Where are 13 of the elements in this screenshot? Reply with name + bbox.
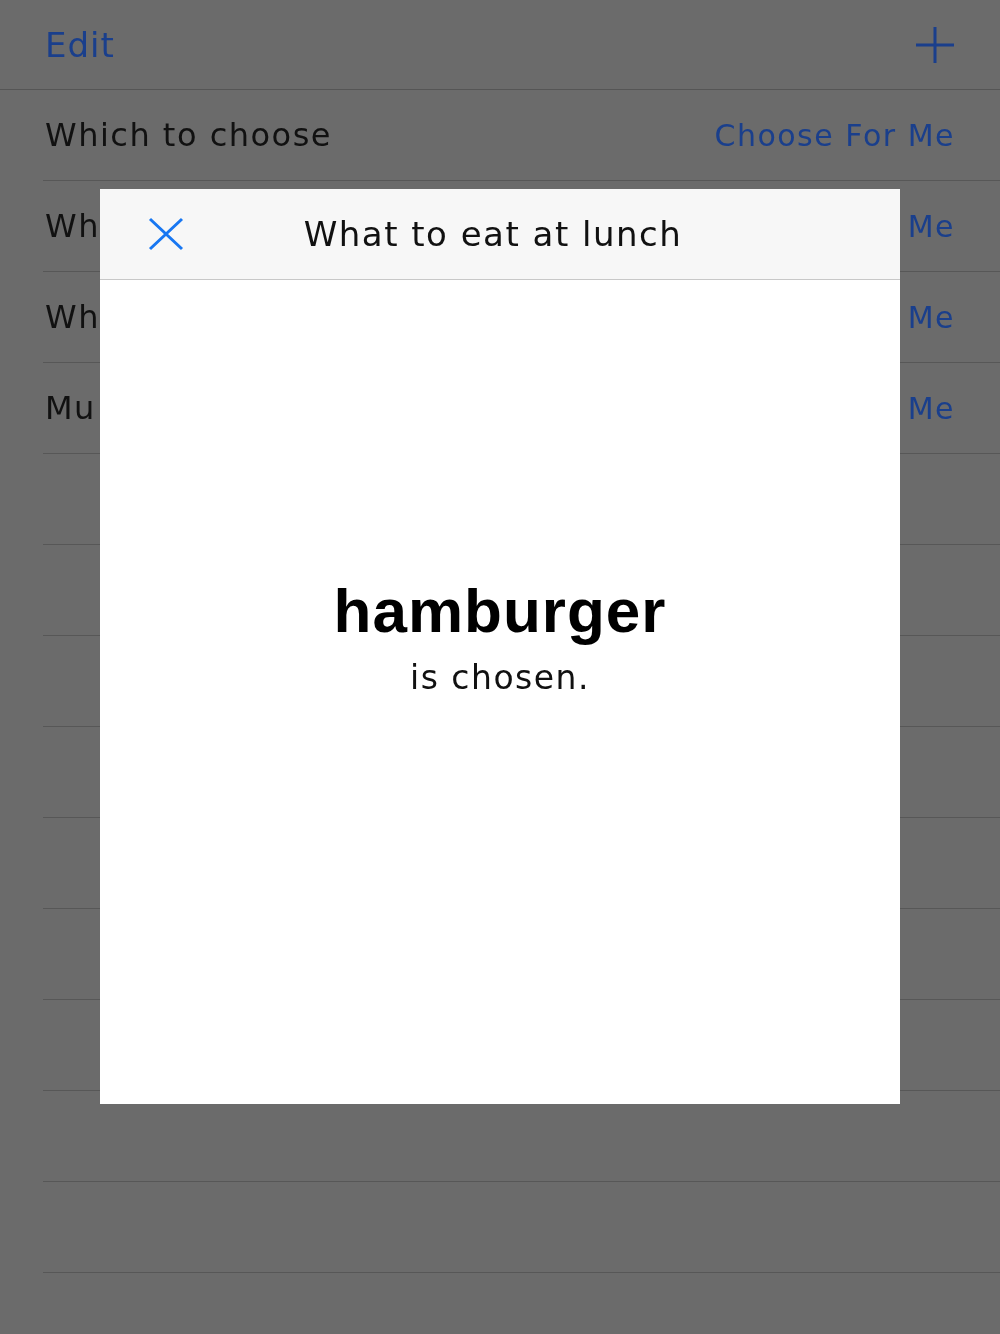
list-item-title: Wh <box>44 207 100 245</box>
close-icon[interactable] <box>147 217 185 251</box>
choose-for-me-link[interactable]: Me <box>907 390 955 426</box>
list-item-title: Wh <box>44 298 100 336</box>
choose-for-me-link[interactable]: Me <box>907 208 955 244</box>
choose-for-me-link[interactable]: Me <box>907 299 955 335</box>
modal-title: What to eat at lunch <box>303 214 683 254</box>
choose-for-me-link[interactable]: Choose For Me <box>714 117 955 153</box>
result-caption: is chosen. <box>410 658 590 697</box>
edit-button[interactable]: Edit <box>45 24 115 65</box>
list-item-title: Which to choose <box>44 116 333 154</box>
list-item-title: Mu <box>44 389 96 427</box>
chosen-result: hamburger <box>333 575 667 646</box>
